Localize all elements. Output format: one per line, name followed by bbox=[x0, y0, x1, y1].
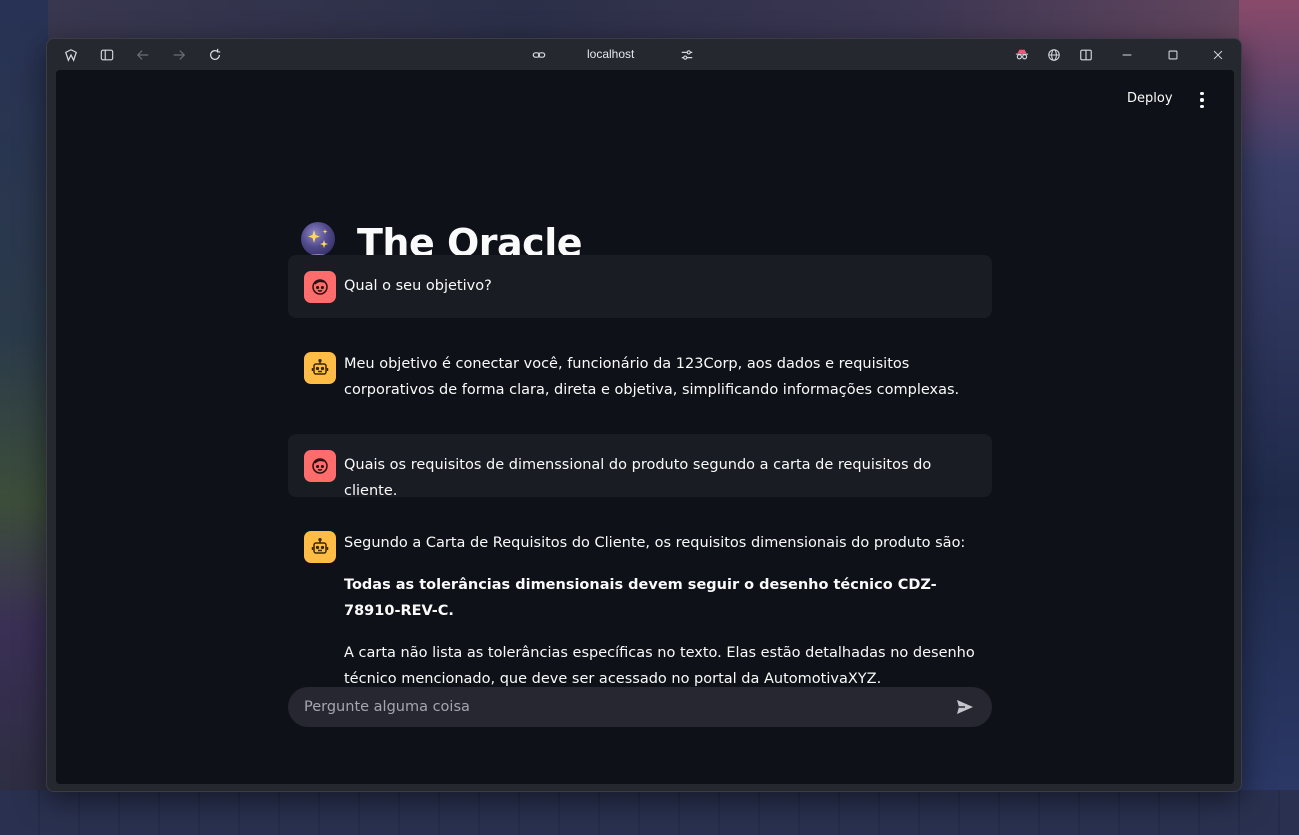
minimize-icon[interactable] bbox=[1116, 44, 1138, 66]
reload-icon[interactable] bbox=[204, 44, 226, 66]
chat-input-box bbox=[288, 687, 992, 727]
browser-titlebar: localhost bbox=[47, 39, 1241, 70]
message-text: Qual o seu objetivo? bbox=[344, 278, 492, 294]
deploy-button[interactable]: Deploy bbox=[1127, 91, 1173, 106]
send-icon[interactable] bbox=[954, 696, 976, 718]
desktop-wallpaper-bottom bbox=[0, 790, 1299, 835]
address-bar-url[interactable]: localhost bbox=[587, 47, 634, 61]
chat-message-assistant: Segundo a Carta de Requisitos do Cliente… bbox=[288, 515, 992, 687]
browser-window: localhost Deploy The Oracle Qual o seu o… bbox=[46, 38, 1242, 792]
site-settings-icon[interactable] bbox=[676, 44, 698, 66]
forward-icon[interactable] bbox=[168, 44, 190, 66]
message-text: Meu objetivo é conectar você, funcionári… bbox=[344, 356, 960, 398]
chat-input[interactable] bbox=[304, 699, 954, 715]
main-menu-icon[interactable] bbox=[1192, 90, 1212, 110]
desktop-wallpaper-left bbox=[0, 0, 48, 835]
chat-message-user: Quais os requisitos de dimenssional do p… bbox=[288, 434, 992, 499]
message-text: Segundo a Carta de Requisitos do Cliente… bbox=[344, 535, 966, 551]
app-logo-icon[interactable] bbox=[60, 44, 82, 66]
page-viewport: Deploy The Oracle Qual o seu objetivo? M… bbox=[56, 70, 1234, 784]
bot-avatar bbox=[304, 352, 336, 384]
message-bold-text: Todas as tolerâncias dimensionais devem … bbox=[344, 577, 937, 619]
desktop-wallpaper-top bbox=[0, 0, 1299, 40]
close-icon[interactable] bbox=[1207, 44, 1229, 66]
split-view-icon[interactable] bbox=[1075, 44, 1097, 66]
globe-icon[interactable] bbox=[1043, 44, 1065, 66]
message-text: A carta não lista as tolerâncias específ… bbox=[344, 645, 975, 687]
user-avatar bbox=[304, 271, 336, 303]
chat-message-assistant: Meu objetivo é conectar você, funcionári… bbox=[288, 336, 992, 424]
message-text: Quais os requisitos de dimenssional do p… bbox=[344, 457, 932, 499]
desktop-wallpaper-right bbox=[1239, 0, 1299, 835]
chat-message-user: Qual o seu objetivo? bbox=[288, 255, 992, 318]
incognito-icon[interactable] bbox=[1011, 44, 1033, 66]
user-avatar bbox=[304, 450, 336, 482]
maximize-icon[interactable] bbox=[1162, 44, 1184, 66]
link-icon bbox=[528, 44, 550, 66]
back-icon[interactable] bbox=[132, 44, 154, 66]
bot-avatar bbox=[304, 531, 336, 563]
sidebar-toggle-icon[interactable] bbox=[96, 44, 118, 66]
